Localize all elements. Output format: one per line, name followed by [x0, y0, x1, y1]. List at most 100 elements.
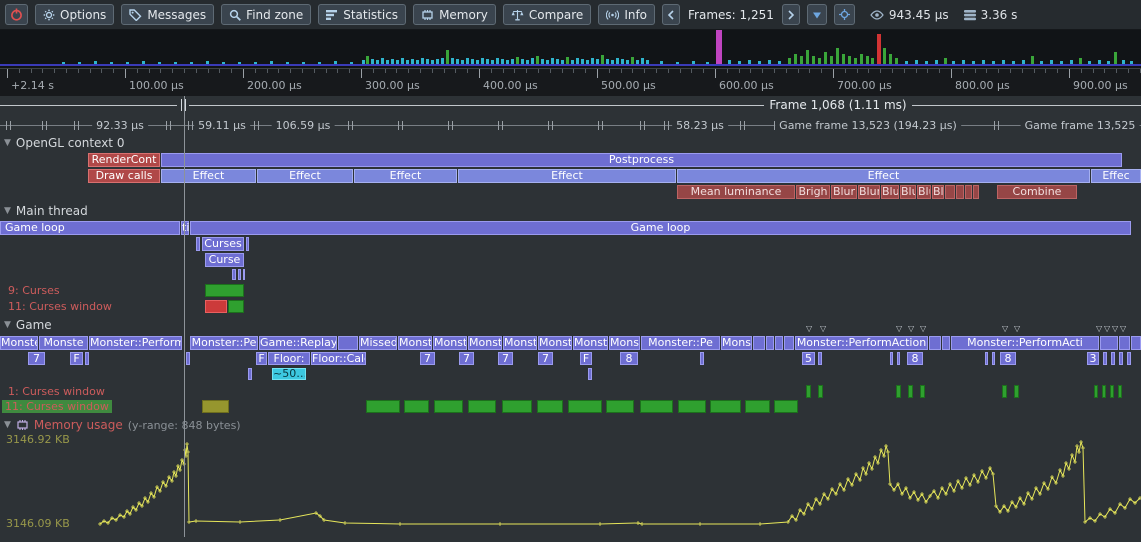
timeline-zone[interactable]: 3	[1087, 352, 1099, 365]
timeline-zone[interactable]	[678, 400, 706, 413]
next-frame-button[interactable]	[782, 4, 800, 25]
timeline-zone[interactable]: 7	[459, 352, 474, 365]
timeline-zone[interactable]	[897, 352, 900, 365]
timeline-zone[interactable]	[920, 385, 925, 398]
timeline-zone[interactable]	[228, 300, 244, 313]
timeline-zone[interactable]	[945, 185, 955, 199]
timeline-zone[interactable]	[196, 237, 200, 251]
timeline-zone[interactable]: Combine	[997, 185, 1077, 199]
timeline-zone[interactable]: 7	[28, 352, 45, 365]
timeline-zone[interactable]: Blur	[831, 185, 857, 199]
timeline-zone[interactable]: Blur	[917, 185, 931, 199]
timeline-zone[interactable]: Monster::Pe	[641, 336, 720, 350]
timeline-zone[interactable]	[537, 400, 563, 413]
timeline-zone[interactable]: Monste	[0, 336, 38, 350]
timeline-zone[interactable]	[238, 269, 241, 280]
section-header-opengl-context[interactable]: ▼ OpenGL context 0	[4, 136, 124, 150]
timeline-zone[interactable]: RenderCont	[88, 153, 160, 167]
timeline-zone[interactable]: 8	[1000, 352, 1016, 365]
timeline-zone[interactable]	[774, 400, 798, 413]
timeline-zone[interactable]	[992, 352, 995, 365]
zoom-to-frame-button[interactable]	[807, 4, 827, 25]
timeline-zone[interactable]: Monste	[573, 336, 608, 350]
timeline-zone[interactable]: Effect	[354, 169, 457, 183]
timeline-zone[interactable]: ti	[181, 221, 189, 235]
prev-frame-button[interactable]	[662, 4, 680, 25]
timeline-zone[interactable]	[568, 400, 602, 413]
timeline-zone[interactable]: Blur	[881, 185, 899, 199]
timeline-zone[interactable]: 7	[420, 352, 435, 365]
timeline-zone[interactable]: F	[70, 352, 83, 365]
timeline-zone[interactable]	[248, 368, 252, 380]
timeline-zone[interactable]: Missed	[359, 336, 397, 350]
timeline-zone[interactable]	[775, 336, 783, 350]
timeline-zone[interactable]	[806, 385, 811, 398]
timeline-zone[interactable]	[1110, 385, 1114, 398]
timeline-zone[interactable]: Brigh	[796, 185, 830, 199]
timeline-zone[interactable]	[1131, 336, 1141, 350]
timeline-zone[interactable]	[232, 269, 236, 280]
timeline-zone[interactable]	[1119, 352, 1123, 365]
event-marker-icon[interactable]: ▽	[908, 325, 914, 333]
timeline-zone[interactable]: Monsti	[503, 336, 537, 350]
timeline-zone[interactable]	[202, 400, 229, 413]
timeline-zone[interactable]: Mean luminance	[677, 185, 795, 199]
timeline-zone[interactable]: Mons	[721, 336, 752, 350]
event-marker-icon[interactable]: ▽	[1096, 325, 1102, 333]
statistics-button[interactable]: Statistics	[318, 4, 406, 25]
event-marker-icon[interactable]: ▽	[1002, 325, 1008, 333]
timeline-zone[interactable]: Game loop	[0, 221, 180, 235]
timeline-zone[interactable]	[338, 336, 358, 350]
options-button[interactable]: Options	[35, 4, 114, 25]
timeline-zone[interactable]	[640, 400, 673, 413]
timeline-zone[interactable]: Curse	[205, 253, 244, 267]
timeline-zone[interactable]	[1002, 385, 1007, 398]
timeline-zone[interactable]	[965, 185, 972, 199]
timeline-zone[interactable]: 7	[538, 352, 553, 365]
event-marker-icon[interactable]: ▽	[1104, 325, 1110, 333]
timeline-zone[interactable]	[973, 185, 979, 199]
timeline-zone[interactable]: F	[256, 352, 267, 365]
timeline-zone[interactable]: Effect	[257, 169, 353, 183]
timeline-zone[interactable]: Monst	[468, 336, 502, 350]
timeline-zone[interactable]	[890, 352, 893, 365]
event-marker-icon[interactable]: ▽	[1014, 325, 1020, 333]
compare-button[interactable]: Compare	[503, 4, 591, 25]
timeline-zone[interactable]	[896, 385, 901, 398]
timeline-zone[interactable]: Effect	[677, 169, 1090, 183]
timeline-zone[interactable]: Effect	[161, 169, 256, 183]
timeline-zone[interactable]: Floor:	[268, 352, 310, 365]
timeline-zone[interactable]: 8	[620, 352, 638, 365]
event-marker-icon[interactable]: ▽	[1112, 325, 1118, 333]
timeline-zone[interactable]: Monster::Pe	[190, 336, 258, 350]
find-zone-button[interactable]: Find zone	[221, 4, 311, 25]
timeline-zone[interactable]: Curses	[202, 237, 244, 251]
timeline-zone[interactable]	[1111, 352, 1115, 365]
messages-button[interactable]: Messages	[121, 4, 214, 25]
timeline-zone[interactable]	[85, 352, 89, 365]
timeline-zone[interactable]	[1127, 352, 1131, 365]
timeline-zone[interactable]: Monste	[39, 336, 88, 350]
timeline-zone[interactable]: Effect	[458, 169, 676, 183]
section-header-memory[interactable]: ▼ Memory usage (y-range: 848 bytes)	[4, 418, 241, 432]
timeline-zone[interactable]	[588, 368, 592, 380]
timeline-zone[interactable]	[818, 385, 823, 398]
timeline-zone[interactable]	[908, 385, 913, 398]
timeline-zone[interactable]: Postprocess	[161, 153, 1122, 167]
timeline-zone[interactable]	[1014, 385, 1019, 398]
timeline-zone[interactable]	[1103, 352, 1107, 365]
event-marker-icon[interactable]: ▽	[1120, 325, 1126, 333]
timeline-zone[interactable]: Monst	[398, 336, 432, 350]
timeline-zone[interactable]	[468, 400, 496, 413]
timeline-zone[interactable]	[942, 336, 950, 350]
timeline-zone[interactable]: Monster::PerformA	[89, 336, 182, 350]
section-header-main-thread[interactable]: ▼ Main thread	[4, 204, 88, 218]
timeline-zone[interactable]	[606, 400, 634, 413]
timeline-zone[interactable]	[710, 400, 741, 413]
timeline-zone[interactable]	[985, 352, 988, 365]
timeline-zone[interactable]: 5	[802, 352, 815, 365]
timeline-zone[interactable]	[1102, 385, 1106, 398]
timeline-zone[interactable]	[205, 300, 227, 313]
timeline-zone[interactable]	[766, 336, 774, 350]
timeline-zone[interactable]: Game loop	[190, 221, 1131, 235]
